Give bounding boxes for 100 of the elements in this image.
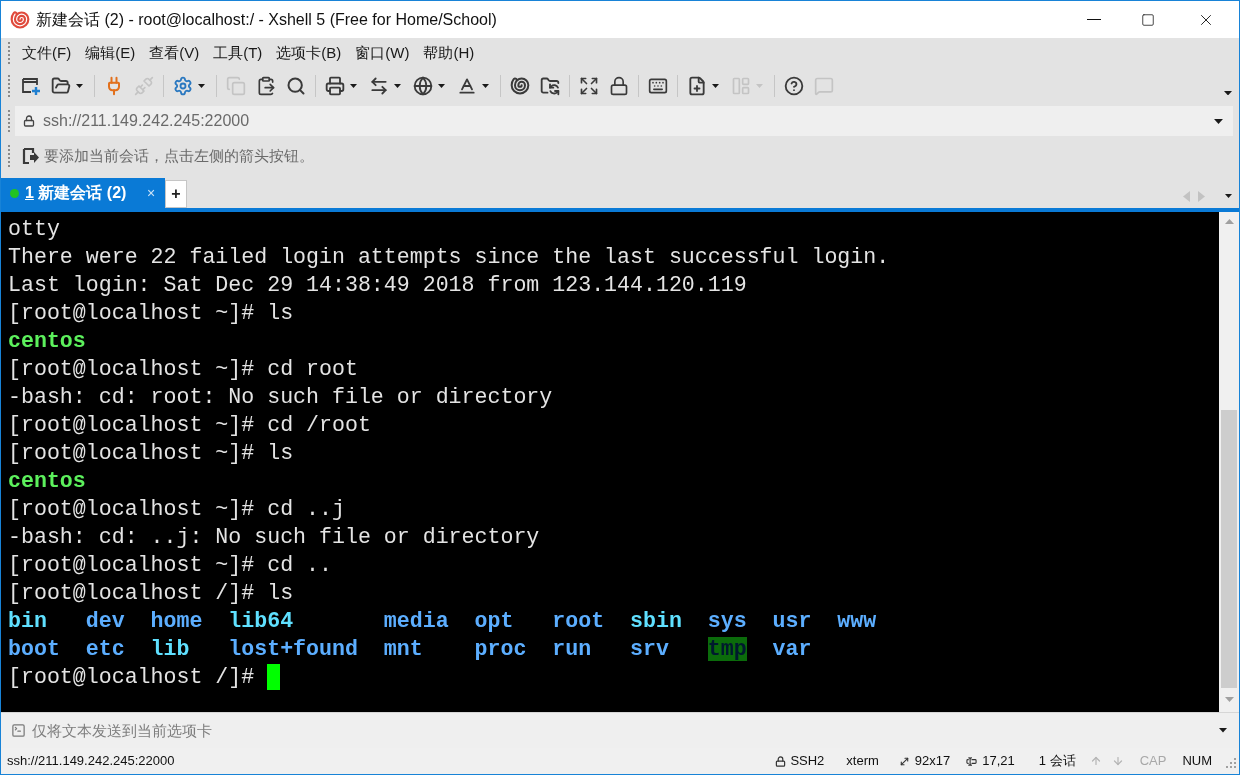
unplug-icon [134, 76, 154, 96]
caret-icon [438, 84, 445, 88]
lock-icon [609, 76, 629, 96]
caret-icon [76, 84, 83, 88]
key-indicator: CAP [1139, 752, 1167, 771]
prompt-line: [root@localhost /]# [8, 664, 255, 691]
new-window-icon [21, 76, 41, 96]
terminal-line: -bash: cd: root: No such file or directory [8, 385, 553, 409]
file-name: dev [85, 609, 125, 633]
key-indicator: NUM [1182, 752, 1212, 771]
expand-icon [579, 76, 599, 96]
terminal-type-text: xterm [846, 752, 879, 771]
caret-icon [1219, 728, 1227, 733]
file-name: run [552, 637, 592, 661]
speech-bubble-icon [814, 76, 834, 96]
toolbar-grip[interactable] [8, 145, 11, 167]
lock-icon [775, 755, 787, 767]
caret-icon [1224, 90, 1232, 96]
scroll-up-icon[interactable] [1224, 219, 1234, 224]
arrow-icon[interactable] [22, 147, 40, 165]
terminal-line: -bash: cd: ..j: No such file or directory [8, 525, 540, 549]
terminal-size-text: 92x17 [914, 752, 951, 771]
file-name: sbin [630, 609, 682, 633]
search-icon [286, 76, 306, 96]
file-name: etc [85, 637, 125, 661]
file-name: home [150, 609, 203, 633]
file-name: lib [150, 637, 190, 661]
file-plus-icon [687, 76, 707, 96]
file-name: lost+found [228, 637, 358, 661]
terminal-line: otty [8, 217, 60, 241]
scroll-down-icon[interactable] [1224, 697, 1234, 702]
caret-icon [350, 84, 357, 88]
minimize-icon [1087, 19, 1101, 20]
caret-icon [1214, 118, 1223, 124]
menu-item[interactable]: 查看(V) [142, 41, 207, 65]
menu-item[interactable]: 文件(F) [15, 41, 79, 65]
keyboard-icon [648, 76, 668, 96]
address-text: ssh://211.149.242.245:22000 [43, 111, 250, 131]
menu-item[interactable]: 帮助(H) [416, 41, 482, 65]
globe-icon [413, 76, 433, 96]
spiral-shell-icon [510, 76, 530, 96]
cursor-position-icon [966, 755, 978, 767]
layout-icon [731, 76, 751, 96]
file-name: mnt [383, 637, 423, 661]
file-name: bin [8, 609, 47, 633]
window-title: 新建会话 (2) - root@localhost:/ - Xshell 5 (Free for Home/School) [36, 9, 497, 30]
file-name: srv [630, 637, 669, 661]
caret-icon [394, 84, 401, 88]
resize-icon [898, 755, 910, 767]
send-field[interactable]: 仅将文本发送到当前选项卡 [1, 712, 1239, 748]
toolbar-grip[interactable] [8, 42, 11, 64]
directory-name: centos [8, 329, 86, 353]
session-tab[interactable]: 1 新建会话 (2) [1, 178, 143, 208]
file-name: var [772, 637, 812, 661]
terminal-icon [11, 723, 26, 738]
toolbar-grip[interactable] [8, 110, 11, 132]
command-line: [root@localhost ~]# cd .. [8, 553, 332, 577]
hint-text: 要添加当前会话，点击左侧的箭头按钮。 [44, 145, 314, 166]
file-name: www [837, 609, 877, 633]
terminal-line: Last login: Sat Dec 29 14:38:49 2018 from 123.144.120.119 [8, 273, 747, 297]
send-input[interactable]: 仅将文本发送到当前选项卡 [32, 716, 1219, 745]
up-arrow-icon [1089, 755, 1102, 767]
folder-sync-icon [540, 76, 560, 96]
clipboard-icon [256, 76, 276, 96]
status-address: ssh://211.149.242.245:22000 [7, 752, 175, 771]
address-field[interactable]: ssh://211.149.242.245:22000 [15, 106, 1233, 136]
lock-icon [23, 115, 35, 127]
gear-icon [173, 76, 193, 96]
toolbar-overflow-button[interactable] [1223, 88, 1233, 98]
menu-item[interactable]: 工具(T) [206, 41, 270, 65]
file-name: boot [8, 637, 60, 661]
caret-icon [1225, 194, 1232, 198]
directory-name: centos [8, 469, 86, 493]
file-name: proc [474, 637, 527, 661]
toolbar-grip[interactable] [8, 75, 11, 97]
add-tab-button[interactable]: + [165, 180, 187, 208]
caret-icon [482, 84, 489, 88]
menu-item[interactable]: 选项卡(B) [269, 41, 349, 65]
resize-grip-icon[interactable] [1226, 757, 1236, 768]
scrollbar-thumb[interactable] [1221, 410, 1237, 688]
file-name: tmp [707, 637, 747, 661]
command-line: [root@localhost ~]# ls [8, 301, 294, 325]
file-name: usr [772, 609, 812, 633]
terminal-line: There were 22 failed login attempts since the last successful login. [8, 245, 890, 269]
copy-icon [226, 76, 246, 96]
menu-item[interactable]: 编辑(E) [78, 41, 143, 65]
command-line: [root@localhost ~]# cd /root [8, 413, 371, 437]
file-name: lib64 [228, 609, 294, 633]
command-line: [root@localhost ~]# ls [8, 441, 294, 465]
caret-icon [712, 84, 719, 88]
menu-item[interactable]: 窗口(W) [348, 41, 417, 65]
file-name: opt [474, 609, 514, 633]
file-name: root [552, 609, 605, 633]
caret-icon [198, 84, 205, 88]
scrollbar[interactable] [1219, 212, 1239, 712]
file-name: media [383, 609, 449, 633]
help-icon [784, 76, 804, 96]
folder-icon [51, 76, 71, 96]
cursor-position-text: 17,21 [982, 752, 1015, 771]
command-line: [root@localhost /]# ls [8, 581, 294, 605]
